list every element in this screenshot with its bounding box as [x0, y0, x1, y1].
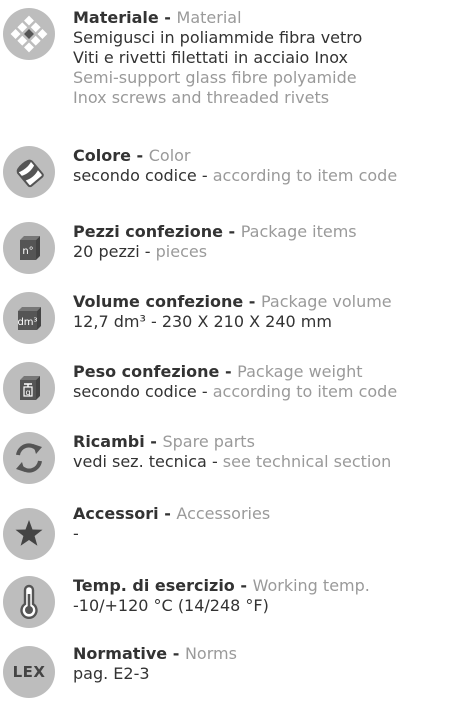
spec-title: Temp. di esercizio - Working temp.	[73, 576, 370, 595]
spec-title: Colore - Color	[73, 146, 191, 165]
spec-line: -10/+120 °C (14/248 °F)	[73, 596, 269, 615]
spec-text-working-temp: Temp. di esercizio - Working temp. -10/+…	[73, 576, 454, 616]
spec-line: 12,7 dm³ - 230 X 210 X 240 mm	[73, 312, 332, 331]
spec-title: Accessori - Accessories	[73, 504, 271, 523]
star-icon	[3, 508, 55, 560]
spec-text-package-volume: Volume confezione - Package volume 12,7 …	[73, 292, 454, 332]
spec-line: Semigusci in poliammide fibra vetro	[73, 28, 363, 47]
spec-line-en: Inox screws and threaded rivets	[73, 88, 330, 107]
spec-title: Pezzi confezione - Package items	[73, 222, 357, 241]
spec-text-accessories: Accessori - Accessories -	[73, 504, 454, 544]
spec-title: Normative - Norms	[73, 644, 237, 663]
spec-text-color: Colore - Color secondo codice - accordin…	[73, 146, 454, 186]
package-weight-icon: g	[3, 362, 55, 414]
thermometer-icon	[3, 576, 55, 628]
lex-icon: LEX	[3, 646, 55, 698]
material-icon	[3, 8, 55, 60]
box-label: g	[25, 388, 30, 397]
package-items-icon: n°	[3, 222, 55, 274]
spec-line: -	[73, 524, 79, 543]
spec-text-spare-parts: Ricambi - Spare parts vedi sez. tecnica …	[73, 432, 454, 472]
box-label: n°	[22, 246, 33, 257]
spec-text-norms: Normative - Norms pag. E2-3	[73, 644, 454, 684]
spec-line: secondo codice - according to item code	[73, 166, 398, 185]
package-volume-icon: dm³	[3, 292, 55, 344]
lex-label: LEX	[12, 663, 46, 681]
spec-text-package-items: Pezzi confezione - Package items 20 pezz…	[73, 222, 454, 262]
spec-title: Materiale - Material	[73, 8, 242, 27]
spec-line: Viti e rivetti filettati in acciaio Inox	[73, 48, 348, 67]
spec-line: vedi sez. tecnica - see technical sectio…	[73, 452, 392, 471]
spec-text-material: Materiale - Material Semigusci in poliam…	[73, 8, 454, 108]
spare-parts-icon	[3, 432, 55, 484]
paint-bucket-icon	[3, 146, 55, 198]
spec-line: secondo codice - according to item code	[73, 382, 398, 401]
box-label: dm³	[17, 317, 37, 328]
spec-line: pag. E2-3	[73, 664, 150, 683]
spec-title: Ricambi - Spare parts	[73, 432, 255, 451]
spec-line-en: Semi-support glass fibre polyamide	[73, 68, 357, 87]
spec-text-package-weight: Peso confezione - Package weight secondo…	[73, 362, 454, 402]
spec-line: 20 pezzi - pieces	[73, 242, 208, 261]
spec-title: Volume confezione - Package volume	[73, 292, 392, 311]
spec-title: Peso confezione - Package weight	[73, 362, 363, 381]
